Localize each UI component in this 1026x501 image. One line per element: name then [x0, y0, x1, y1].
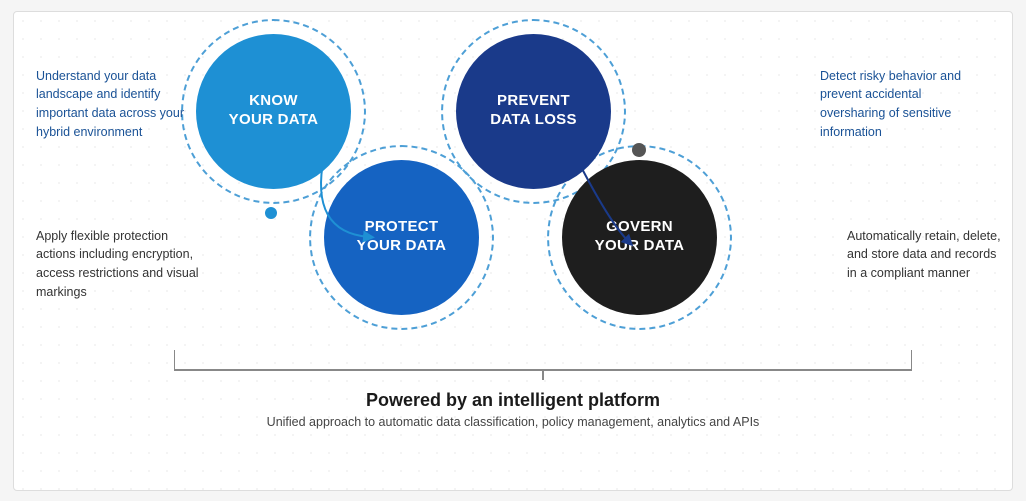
circle-govern-line1: GOVERN	[606, 218, 673, 235]
bottom-section: Powered by an intelligent platform Unifi…	[14, 380, 1012, 490]
annotation-protect: Apply flexible protection actions includ…	[36, 227, 201, 302]
circle-protect-line2: YOUR DATA	[357, 237, 447, 254]
bottom-subtitle: Unified approach to automatic data class…	[267, 415, 760, 429]
annotation-govern: Automatically retain, delete, and store …	[847, 227, 1002, 283]
circle-govern-label: GOVERN YOUR DATA	[595, 218, 685, 256]
circle-know-line1: KNOW	[249, 92, 298, 109]
annotation-prevent: Detect risky behavior and prevent accide…	[820, 67, 990, 142]
circle-know-line2: YOUR DATA	[229, 111, 319, 128]
circle-protect-label: PROTECT YOUR DATA	[357, 218, 447, 256]
circle-prevent-line2: DATA LOSS	[490, 111, 577, 128]
circle-know: KNOW YOUR DATA	[196, 34, 351, 189]
circle-prevent-label: PREVENT DATA LOSS	[490, 92, 577, 130]
circle-prevent: PREVENT DATA LOSS	[456, 34, 611, 189]
dot-know	[265, 207, 277, 219]
circle-prevent-line1: PREVENT	[497, 92, 570, 109]
circle-protect: PROTECT YOUR DATA	[324, 160, 479, 315]
bottom-title: Powered by an intelligent platform	[366, 390, 660, 411]
circle-govern: GOVERN YOUR DATA	[562, 160, 717, 315]
main-container: KNOW YOUR DATA PREVENT DATA LOSS PROTECT…	[13, 11, 1013, 491]
bracket-svg	[174, 350, 912, 380]
dot-govern	[632, 143, 646, 157]
annotation-know: Understand your data landscape and ident…	[36, 67, 191, 142]
circle-govern-line2: YOUR DATA	[595, 237, 685, 254]
bracket-container	[174, 350, 912, 378]
circle-know-label: KNOW YOUR DATA	[229, 92, 319, 130]
circle-protect-line1: PROTECT	[365, 218, 439, 235]
